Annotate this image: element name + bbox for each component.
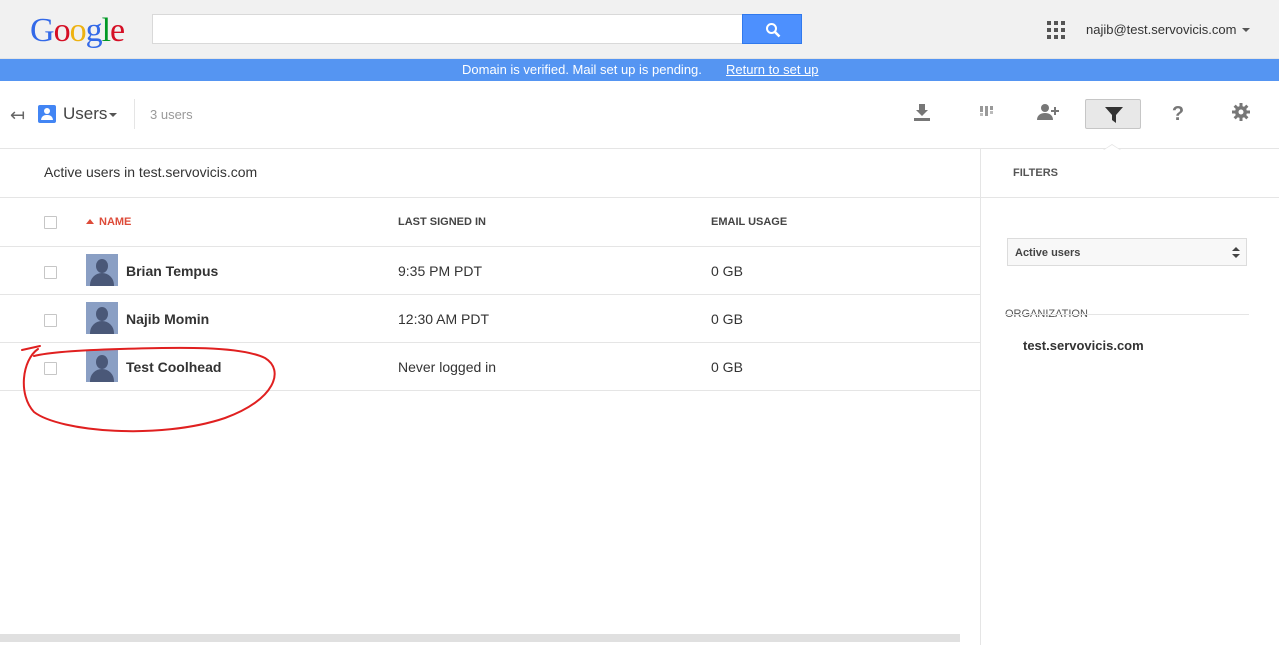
help-icon[interactable]: ? [1164,102,1192,126]
user-name[interactable]: Test Coolhead [126,359,221,375]
filter-icon [1105,107,1123,123]
divider [134,99,135,129]
chevron-down-icon[interactable] [1242,28,1250,32]
column-last-signed-in[interactable]: LAST SIGNED IN [398,216,486,228]
email-usage: 0 GB [711,359,743,375]
divider [981,197,1279,198]
last-signed-in: 9:35 PM PDT [398,263,483,279]
banner-message: Domain is verified. Mail set up is pendi… [462,62,702,77]
email-usage: 0 GB [711,311,743,327]
avatar [86,350,118,382]
last-signed-in: Never logged in [398,359,497,375]
section-title[interactable]: Users [63,104,107,124]
users-icon [38,105,56,123]
row-checkbox[interactable] [44,362,57,375]
top-bar: Google najib@test.servovicis.com [0,0,1279,59]
search-icon [766,23,781,38]
avatar [86,302,118,334]
apps-grid-icon[interactable] [1047,21,1065,39]
select-value: Active users [1015,247,1081,259]
list-heading: Active users in test.servovicis.com [0,149,980,198]
table-row[interactable]: Najib Momin 12:30 AM PDT 0 GB [0,295,980,343]
sort-ascending-icon[interactable] [86,219,94,224]
add-user-icon[interactable] [1034,102,1062,126]
download-icon[interactable] [908,102,936,126]
email-usage: 0 GB [711,263,743,279]
select-all-checkbox[interactable] [44,216,57,229]
settings-icon[interactable] [1227,102,1255,126]
select-arrows-icon [1232,247,1240,259]
filters-panel: FILTERS Active users ORGANIZATION test.s… [980,149,1279,645]
filter-button[interactable] [1085,99,1141,129]
avatar [86,254,118,286]
return-to-setup-link[interactable]: Return to set up [726,59,819,81]
columns-icon[interactable] [972,102,1000,126]
chevron-down-icon[interactable] [109,113,117,117]
horizontal-scrollbar[interactable] [0,634,960,642]
table-row[interactable]: Test Coolhead Never logged in 0 GB [0,343,980,391]
svg-text:?: ? [1172,103,1184,124]
account-email[interactable]: najib@test.servovicis.com [1086,22,1236,37]
organization-item[interactable]: test.servovicis.com [1023,338,1144,353]
row-checkbox[interactable] [44,314,57,327]
row-checkbox[interactable] [44,266,57,279]
search-input[interactable] [152,14,742,44]
last-signed-in: 12:30 AM PDT [398,311,490,327]
user-status-select[interactable]: Active users [1007,238,1247,266]
notification-banner: Domain is verified. Mail set up is pendi… [0,59,1279,81]
back-arrow-icon[interactable]: ↤ [10,105,25,126]
toolbar: ↤ Users 3 users ? [0,81,1279,150]
column-email-usage[interactable]: EMAIL USAGE [711,216,787,228]
divider [1005,314,1249,315]
filters-title: FILTERS [1013,167,1059,179]
table-header: NAME LAST SIGNED IN EMAIL USAGE [0,198,980,247]
user-name[interactable]: Najib Momin [126,311,209,327]
google-logo[interactable]: Google [30,12,125,50]
table-row[interactable]: Brian Tempus 9:35 PM PDT 0 GB [0,247,980,295]
user-count: 3 users [150,107,193,122]
search-button[interactable] [742,14,802,44]
user-name[interactable]: Brian Tempus [126,263,218,279]
column-name[interactable]: NAME [99,216,131,228]
user-list-panel: Active users in test.servovicis.com NAME… [0,149,980,645]
